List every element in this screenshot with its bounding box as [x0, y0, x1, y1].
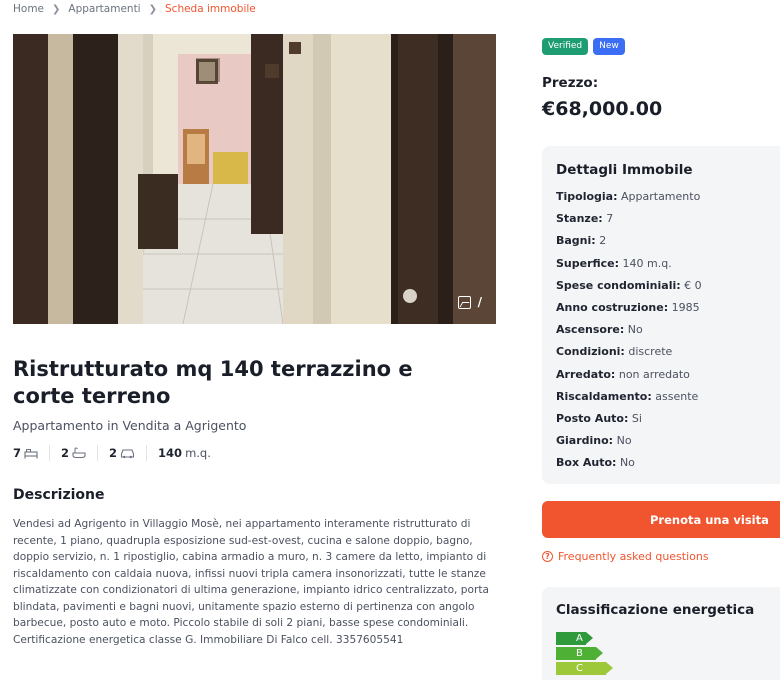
detail-value: 1985: [671, 300, 700, 314]
detail-row: Superfice: 140 m.q.: [556, 256, 778, 278]
detail-value: 7: [606, 212, 614, 226]
detail-row: Tipologia: Appartamento: [556, 189, 778, 211]
detail-row: Riscaldamento: assente: [556, 389, 778, 411]
energy-heading: Classificazione energetica: [556, 602, 755, 618]
detail-row: Spese condominiali: € 0: [556, 278, 778, 300]
feature-divider: [97, 445, 99, 461]
detail-value: assente: [655, 389, 699, 403]
detail-value: 2: [599, 234, 607, 248]
detail-label: Box Auto:: [556, 456, 617, 470]
detail-row: Stanze: 7: [556, 211, 778, 233]
detail-value: No: [619, 456, 635, 470]
detail-label: Arredato:: [556, 367, 616, 381]
feature-baths: 2: [61, 446, 86, 460]
feature-divider: [49, 445, 51, 461]
detail-row: Posto Auto: Si: [556, 411, 778, 433]
listing-title: Ristrutturato mq 140 terrazzino e corte …: [13, 357, 413, 408]
faq-link-label: Frequently asked questions: [558, 550, 709, 563]
feature-area-unit: m.q.: [185, 446, 211, 460]
breadcrumb-current: Scheda immobile: [165, 3, 256, 15]
price-value: €68,000.00: [542, 98, 663, 120]
detail-row: Giardino: No: [556, 433, 778, 455]
detail-row: Arredato: non arredato: [556, 367, 778, 389]
detail-row: Ascensore: No: [556, 322, 778, 344]
feature-parking: 2: [109, 446, 135, 460]
listing-features: 7 2 2 140 m.q.: [13, 445, 211, 461]
detail-value: € 0: [684, 278, 702, 292]
price-label: Prezzo:: [542, 75, 599, 91]
detail-label: Riscaldamento:: [556, 389, 652, 403]
bathtub-icon: [72, 447, 86, 459]
chevron-right-icon: ❯: [52, 3, 61, 15]
feature-rooms-value: 7: [13, 446, 22, 460]
property-details-card: Dettagli Immobile Tipologia: Appartament…: [542, 146, 780, 484]
feature-baths-value: 2: [61, 446, 70, 460]
feature-parking-value: 2: [109, 446, 118, 460]
detail-label: Bagni:: [556, 234, 596, 248]
verified-badge: Verified: [542, 38, 589, 55]
detail-row: Bagni: 2: [556, 233, 778, 255]
detail-value: Si: [631, 411, 642, 425]
listing-subtitle: Appartamento in Vendita a Agrigento: [13, 418, 247, 433]
feature-rooms: 7: [13, 446, 38, 460]
detail-label: Posto Auto:: [556, 411, 629, 425]
bed-icon: [24, 448, 38, 459]
question-icon: ?: [542, 551, 553, 562]
energy-class-a: A: [556, 632, 593, 645]
detail-value: non arredato: [618, 367, 690, 381]
detail-label: Stanze:: [556, 212, 603, 226]
details-heading: Dettagli Immobile: [556, 162, 693, 178]
feature-area: 140 m.q.: [158, 446, 211, 460]
detail-row: Anno costruzione: 1985: [556, 300, 778, 322]
energy-class-c: C: [556, 662, 613, 675]
breadcrumb-category-link[interactable]: Appartamenti: [68, 3, 140, 15]
detail-label: Condizioni:: [556, 345, 625, 359]
detail-label: Giardino:: [556, 434, 614, 448]
gallery-counter-text: /: [477, 295, 482, 309]
detail-label: Tipologia:: [556, 190, 618, 203]
new-badge: New: [593, 38, 625, 55]
faq-link[interactable]: ? Frequently asked questions: [542, 550, 709, 563]
energy-class-b: B: [556, 647, 603, 660]
gallery-icon: [457, 295, 471, 309]
detail-value: Appartamento: [621, 190, 701, 203]
description-heading: Descrizione: [13, 487, 105, 503]
chevron-right-icon: ❯: [148, 3, 157, 15]
breadcrumb: Home ❯ Appartamenti ❯ Scheda immobile: [13, 3, 256, 15]
energy-rating-card: Classificazione energetica A B C: [542, 587, 780, 680]
feature-area-value: 140: [158, 446, 183, 460]
detail-row: Condizioni: discrete: [556, 344, 778, 366]
car-icon: [120, 448, 135, 459]
gallery-counter[interactable]: /: [457, 295, 482, 309]
detail-value: No: [616, 434, 632, 448]
detail-value: discrete: [628, 345, 673, 359]
feature-divider: [146, 445, 148, 461]
detail-label: Superfice:: [556, 256, 620, 270]
property-photo[interactable]: /: [13, 34, 496, 324]
detail-row: Box Auto: No: [556, 455, 778, 477]
detail-value: 140 m.q.: [622, 256, 672, 270]
property-photo-image: [13, 34, 496, 324]
detail-label: Anno costruzione:: [556, 300, 669, 314]
status-badges: Verified New: [542, 38, 625, 55]
detail-value: No: [627, 323, 643, 337]
detail-label: Ascensore:: [556, 323, 625, 337]
detail-label: Spese condominiali:: [556, 278, 681, 292]
book-visit-button[interactable]: Prenota una visita: [542, 501, 780, 538]
description-text: Vendesi ad Agrigento in Villaggio Mosè, …: [13, 518, 489, 646]
breadcrumb-home-link[interactable]: Home: [13, 3, 44, 15]
